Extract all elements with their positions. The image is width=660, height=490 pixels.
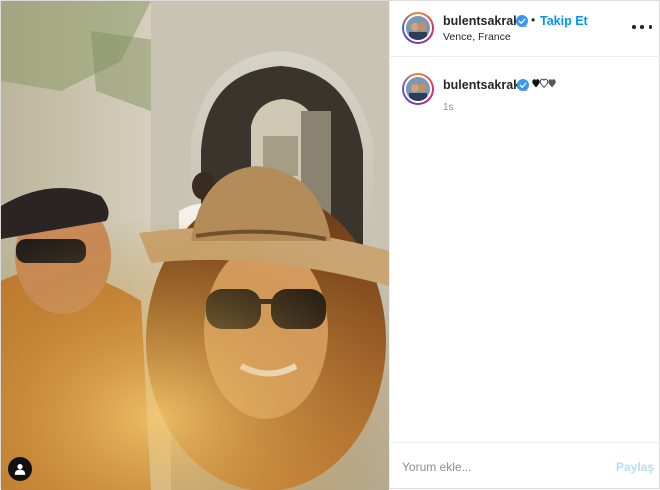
caption-username[interactable]: bulentsakrak_ xyxy=(443,78,527,92)
separator-dot: • xyxy=(531,13,536,27)
avatar[interactable] xyxy=(402,12,434,44)
comment-input[interactable] xyxy=(402,458,602,476)
caption-avatar[interactable] xyxy=(402,73,434,105)
post-photo[interactable] xyxy=(1,1,389,490)
post-time: 1s xyxy=(443,102,454,113)
verified-badge-icon xyxy=(516,15,528,27)
tag-button[interactable] xyxy=(8,457,32,481)
instagram-post: bulentsakrak_ • Takip Et Vence, France b… xyxy=(0,0,660,490)
header-username[interactable]: bulentsakrak_ xyxy=(443,14,527,28)
more-options-icon[interactable] xyxy=(632,19,652,35)
verified-badge-icon xyxy=(517,79,529,91)
post-header: bulentsakrak_ • Takip Et Vence, France xyxy=(390,1,660,57)
user-tag-icon xyxy=(14,464,26,475)
share-button[interactable]: Paylaş xyxy=(616,460,654,474)
post-photo-image xyxy=(1,1,389,490)
post-side-panel: bulentsakrak_ • Takip Et Vence, France b… xyxy=(389,1,660,490)
avatar-image xyxy=(406,77,430,101)
comment-bar: Paylaş xyxy=(390,442,660,490)
avatar-image xyxy=(406,16,430,40)
follow-button[interactable]: Takip Et xyxy=(540,14,588,28)
heart-emoji-icon xyxy=(532,78,556,89)
location-link[interactable]: Vence, France xyxy=(443,31,511,43)
